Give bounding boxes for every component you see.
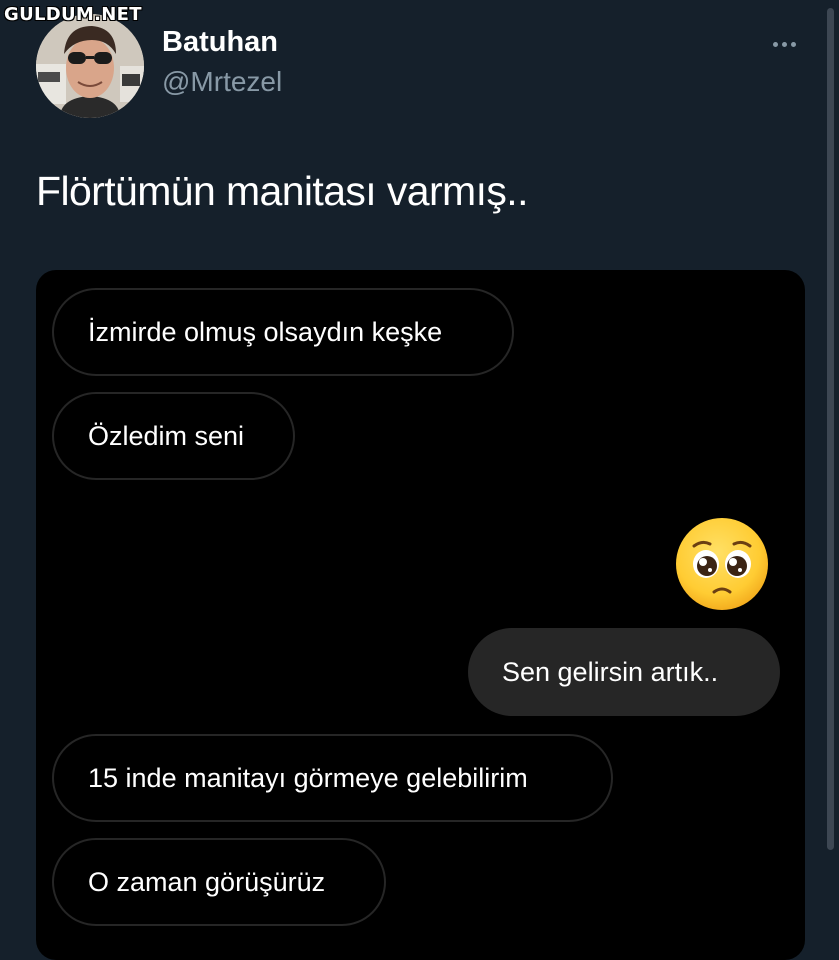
message-bubble-incoming: O zaman görüşürüz bbox=[52, 838, 386, 926]
message-text: Sen gelirsin artık.. bbox=[502, 656, 719, 687]
tweet-text: Flörtümün manitası varmış.. bbox=[36, 168, 528, 214]
more-horizontal-icon-dot bbox=[790, 41, 796, 47]
more-options-button[interactable] bbox=[762, 30, 806, 58]
message-text: 15 inde manitayı görmeye gelebilirim bbox=[88, 762, 528, 793]
avatar[interactable] bbox=[36, 14, 144, 118]
watermark-logo: GULDUM.NET bbox=[4, 4, 142, 25]
message-text: O zaman görüşürüz bbox=[88, 866, 326, 897]
message-bubble-incoming: Özledim seni bbox=[52, 392, 295, 480]
display-name[interactable]: Batuhan bbox=[162, 26, 278, 59]
scrollbar[interactable] bbox=[827, 8, 834, 850]
message-text: Özledim seni bbox=[88, 420, 245, 451]
user-handle[interactable]: @Mrtezel bbox=[162, 66, 282, 98]
tweet-media-screenshot[interactable]: İzmirde olmuş olsaydın keşke Özledim sen… bbox=[36, 270, 805, 960]
more-horizontal-icon bbox=[772, 41, 778, 47]
message-bubble-incoming: İzmirde olmuş olsaydın keşke bbox=[52, 288, 514, 376]
message-text: İzmirde olmuş olsaydın keşke bbox=[88, 316, 443, 347]
pleading-face-emoji bbox=[676, 518, 768, 610]
more-horizontal-icon-dot bbox=[781, 41, 787, 47]
profile-photo bbox=[36, 14, 144, 118]
message-bubble-outgoing: Sen gelirsin artık.. bbox=[468, 628, 780, 716]
message-bubble-incoming: 15 inde manitayı görmeye gelebilirim bbox=[52, 734, 613, 822]
